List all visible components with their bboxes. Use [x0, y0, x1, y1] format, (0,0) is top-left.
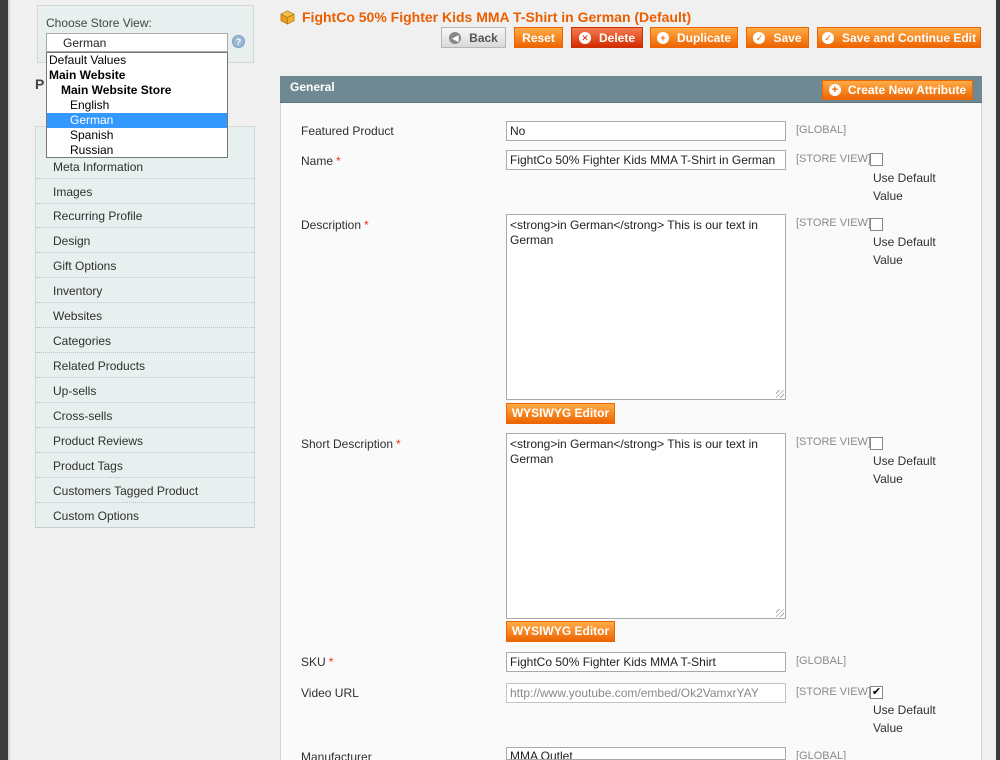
- required-mark: *: [328, 655, 334, 669]
- sidebar-item-product-reviews[interactable]: Product Reviews: [36, 428, 254, 453]
- sidebar-item-gift-options[interactable]: Gift Options: [36, 253, 254, 278]
- featured-product-select[interactable]: No: [506, 121, 786, 141]
- name-use-default-checkbox[interactable]: [870, 153, 883, 166]
- back-button[interactable]: ◀ Back: [441, 27, 506, 48]
- sidebar-item-related-products[interactable]: Related Products: [36, 353, 254, 378]
- description-use-default-checkbox[interactable]: [870, 218, 883, 231]
- sidebar-heading: P: [35, 76, 45, 92]
- reset-button[interactable]: Reset: [514, 27, 563, 48]
- description-label: Description *: [301, 218, 369, 232]
- description-text: <strong>in German</strong> This is our t…: [510, 218, 758, 247]
- store-option-default-values[interactable]: Default Values: [47, 53, 227, 68]
- manufacturer-select[interactable]: MMA Outlet: [506, 747, 786, 760]
- sidebar-item-custom-options[interactable]: Custom Options: [36, 503, 254, 528]
- resize-grip-icon[interactable]: [776, 609, 784, 617]
- create-new-attribute-button[interactable]: + Create New Attribute: [822, 80, 973, 100]
- name-label-text: Name: [301, 154, 334, 168]
- window-left-gutter: [8, 0, 10, 760]
- product-box-icon: [280, 10, 295, 25]
- back-arrow-icon: ◀: [449, 31, 462, 44]
- sidebar-item-recurring-profile[interactable]: Recurring Profile: [36, 203, 254, 228]
- sidebar-item-inventory[interactable]: Inventory: [36, 278, 254, 303]
- short-description-label: Short Description *: [301, 437, 401, 451]
- short-description-wysiwyg-button[interactable]: WYSIWYG Editor: [506, 621, 615, 642]
- sidebar-item-up-sells[interactable]: Up-sells: [36, 378, 254, 403]
- store-option-russian[interactable]: Russian: [47, 143, 227, 158]
- video-url-scope: [STORE VIEW]: [796, 686, 871, 698]
- page-title: FightCo 50% Fighter Kids MMA T-Shirt in …: [302, 9, 692, 25]
- create-new-attribute-label: Create New Attribute: [847, 83, 967, 97]
- store-option-english[interactable]: English: [47, 98, 227, 113]
- sidebar-item-cross-sells[interactable]: Cross-sells: [36, 403, 254, 428]
- store-view-select[interactable]: German: [46, 33, 228, 52]
- save-and-continue-button-label: Save and Continue Edit: [841, 30, 976, 45]
- description-use-default-label: Use Default Value: [873, 235, 936, 267]
- delete-x-icon: ✕: [578, 31, 591, 44]
- general-panel-title: General: [290, 80, 335, 94]
- description-textarea[interactable]: <strong>in German</strong> This is our t…: [506, 214, 786, 400]
- reset-button-label: Reset: [522, 30, 555, 45]
- checkmark-icon: ✔: [871, 686, 882, 698]
- sku-input[interactable]: FightCo 50% Fighter Kids MMA T-Shirt: [506, 652, 786, 672]
- store-view-dropdown[interactable]: Default Values Main Website Main Website…: [46, 52, 228, 158]
- page-title-bar: FightCo 50% Fighter Kids MMA T-Shirt in …: [280, 9, 691, 25]
- sidebar-item-images[interactable]: Images: [36, 179, 254, 204]
- checkmark-icon: ✓: [821, 31, 834, 44]
- sidebar-item-customers-tagged-product[interactable]: Customers Tagged Product: [36, 478, 254, 503]
- video-url-label: Video URL: [301, 686, 359, 700]
- save-button-label: Save: [773, 30, 802, 45]
- short-description-textarea[interactable]: <strong>in German</strong> This is our t…: [506, 433, 786, 619]
- sku-label-text: SKU: [301, 655, 326, 669]
- product-tabs-sidebar: Meta Information Images Recurring Profil…: [35, 126, 255, 528]
- delete-button[interactable]: ✕ Delete: [571, 27, 643, 48]
- short-description-label-text: Short Description: [301, 437, 394, 451]
- sidebar-item-design[interactable]: Design: [36, 228, 254, 253]
- description-label-text: Description: [301, 218, 362, 232]
- store-option-spanish[interactable]: Spanish: [47, 128, 227, 143]
- help-icon[interactable]: ?: [232, 35, 245, 48]
- window-left-edge: [0, 0, 8, 760]
- short-description-scope: [STORE VIEW]: [796, 436, 871, 448]
- plus-icon: +: [828, 84, 841, 96]
- manufacturer-label: Manufacturer: [301, 750, 372, 760]
- featured-product-scope: [GLOBAL]: [796, 124, 847, 136]
- required-mark: *: [396, 437, 401, 451]
- duplicate-button[interactable]: + Duplicate: [650, 27, 738, 48]
- video-url-use-default-checkbox[interactable]: ✔: [870, 686, 883, 699]
- description-wysiwyg-button[interactable]: WYSIWYG Editor: [506, 403, 615, 424]
- video-url-use-default-label: Use Default Value: [873, 703, 936, 735]
- short-description-use-default-checkbox[interactable]: [870, 437, 883, 450]
- sku-scope: [GLOBAL]: [796, 655, 847, 667]
- short-description-use-default-label: Use Default Value: [873, 454, 936, 486]
- description-scope: [STORE VIEW]: [796, 217, 871, 229]
- store-option-german[interactable]: German: [47, 113, 227, 128]
- name-scope: [STORE VIEW]: [796, 153, 871, 165]
- manufacturer-scope: [GLOBAL]: [796, 750, 847, 760]
- required-mark: *: [364, 218, 369, 232]
- checkmark-icon: ✓: [753, 31, 766, 44]
- video-url-input[interactable]: http://www.youtube.com/embed/Ok2VamxrYAY: [506, 683, 786, 703]
- required-mark: *: [336, 154, 341, 168]
- plus-icon: +: [656, 31, 669, 44]
- store-option-main-website: Main Website: [49, 68, 126, 82]
- window-right-edge: [996, 0, 1000, 760]
- sidebar-item-categories[interactable]: Categories: [36, 328, 254, 353]
- save-button[interactable]: ✓ Save: [746, 27, 809, 48]
- duplicate-button-label: Duplicate: [676, 30, 731, 45]
- delete-button-label: Delete: [598, 30, 636, 45]
- featured-product-label: Featured Product: [301, 124, 394, 138]
- back-button-label: Back: [469, 30, 498, 45]
- short-description-text: <strong>in German</strong> This is our t…: [510, 437, 758, 466]
- sidebar-item-websites[interactable]: Websites: [36, 303, 254, 328]
- save-and-continue-button[interactable]: ✓ Save and Continue Edit: [817, 27, 981, 48]
- name-label: Name *: [301, 154, 341, 168]
- name-use-default-label: Use Default Value: [873, 171, 936, 203]
- store-switcher-label: Choose Store View:: [46, 16, 152, 30]
- resize-grip-icon[interactable]: [776, 390, 784, 398]
- store-option-main-website-store: Main Website Store: [61, 83, 172, 97]
- name-input[interactable]: FightCo 50% Fighter Kids MMA T-Shirt in …: [506, 150, 786, 170]
- sku-label: SKU *: [301, 655, 333, 669]
- sidebar-item-product-tags[interactable]: Product Tags: [36, 453, 254, 478]
